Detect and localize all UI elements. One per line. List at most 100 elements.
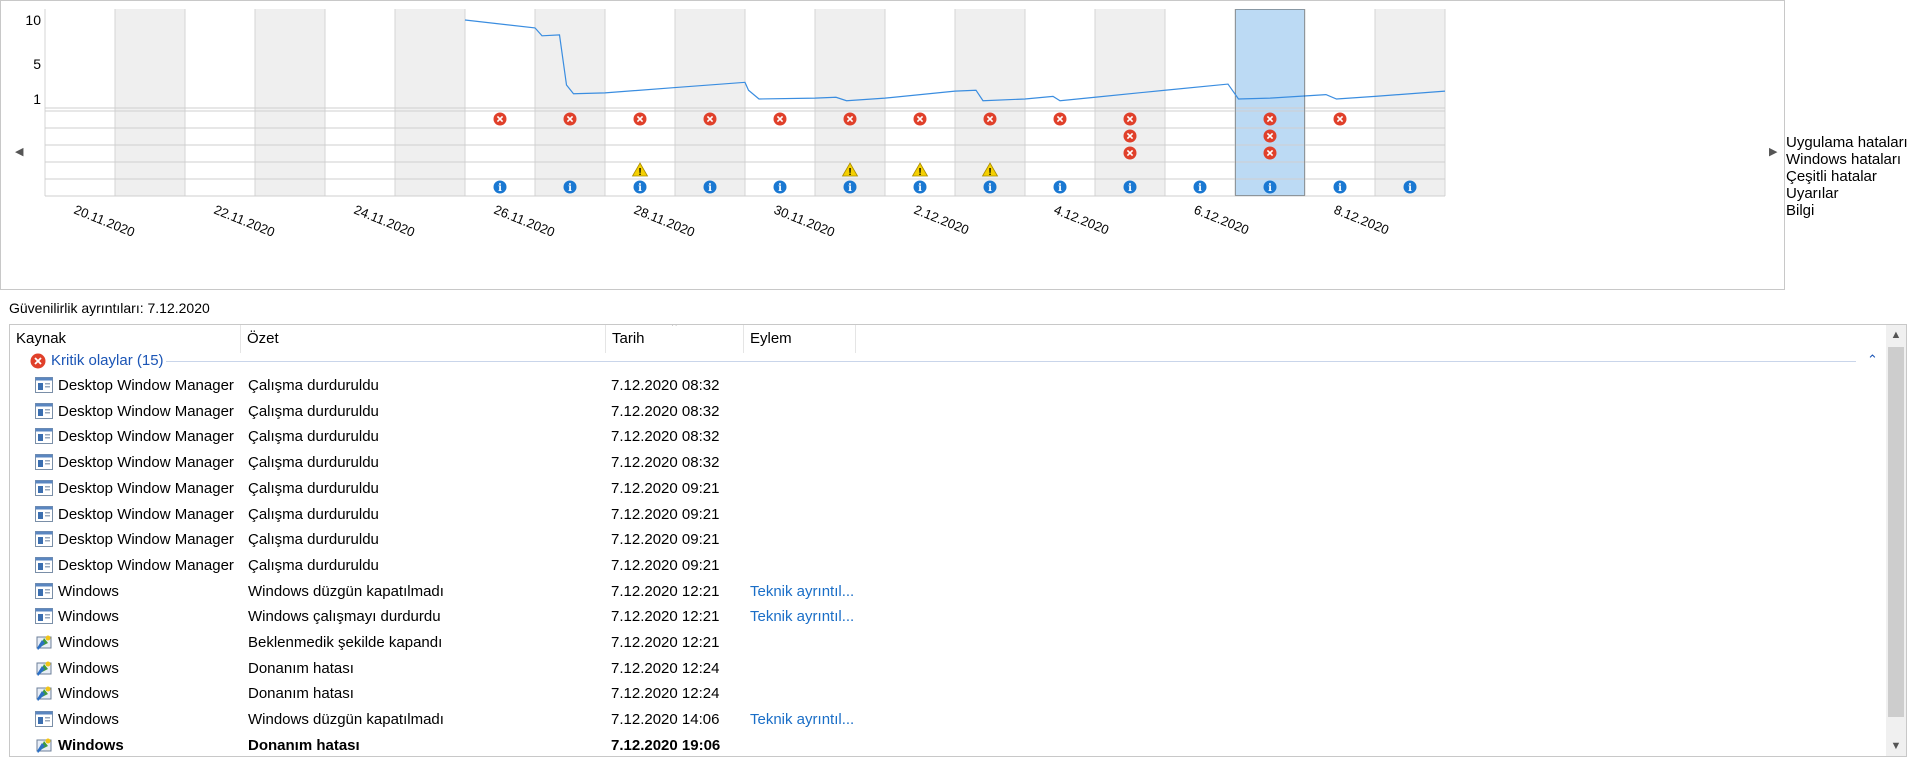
- row-summary: Çalışma durduruldu: [248, 505, 379, 523]
- table-row[interactable]: Desktop Window Manager Çalışma durduruldu…: [10, 476, 1880, 501]
- row-summary: Çalışma durduruldu: [248, 402, 379, 420]
- row-summary: Windows çalışmayı durdurdu: [248, 608, 441, 626]
- table-row[interactable]: Windows Windows çalışmayı durdurdu 7.12.20…: [10, 604, 1880, 629]
- scrollbar-thumb[interactable]: [1888, 347, 1904, 717]
- row-date: 7.12.2020 08:32: [611, 454, 720, 472]
- row-date: 7.12.2020 09:21: [611, 531, 720, 549]
- table-row[interactable]: Desktop Window Manager Çalışma durduruldu…: [10, 450, 1880, 475]
- windows-setup-icon: [35, 685, 53, 702]
- row-date: 7.12.2020 19:06: [611, 736, 721, 754]
- row-source: Windows: [58, 711, 119, 729]
- table-row[interactable]: Desktop Window Manager Çalışma durduruldu…: [10, 399, 1880, 424]
- technical-details-link[interactable]: Teknik ayrıntıl...: [750, 711, 854, 728]
- scroll-up-icon[interactable]: ▲: [1886, 325, 1906, 345]
- table-row[interactable]: Desktop Window Manager Çalışma durduruldu…: [10, 502, 1880, 527]
- table-row[interactable]: Desktop Window Manager Çalışma durduruldu…: [10, 527, 1880, 552]
- app-window-icon: [35, 377, 53, 393]
- info-marker-mark: i: [708, 183, 712, 194]
- chart-column[interactable]: [45, 9, 115, 196]
- app-window-icon: [35, 531, 53, 548]
- info-marker-mark: i: [918, 183, 922, 194]
- legend-item: Uygulama hataları: [1786, 134, 1907, 151]
- info-marker-mark: i: [848, 183, 852, 194]
- column-header-action[interactable]: Eylem: [744, 325, 856, 353]
- info-marker-mark: i: [988, 183, 992, 194]
- table-row[interactable]: Windows Windows düzgün kapatılmadı 7.12.20…: [10, 707, 1880, 732]
- chart-legend: Uygulama hataları Windows hataları Çeşitli…: [1786, 134, 1907, 219]
- column-header-source[interactable]: Kaynak: [10, 325, 241, 353]
- warning-marker-mark: !: [918, 167, 921, 178]
- info-marker-mark: i: [1128, 183, 1132, 194]
- row-date: 7.12.2020 12:24: [611, 659, 720, 677]
- chart-scroll-right-icon[interactable]: ▶: [1769, 145, 1777, 158]
- chart-column[interactable]: [395, 9, 465, 196]
- row-source: Windows: [58, 736, 124, 754]
- warning-marker-mark: !: [848, 167, 851, 178]
- vertical-scrollbar[interactable]: ▲ ▼: [1886, 325, 1906, 756]
- app-window-icon: [35, 428, 53, 445]
- chart-scroll-left-icon[interactable]: ◀: [15, 145, 23, 158]
- windows-setup-icon: [35, 737, 53, 753]
- date-tick-label: 8.12.2020: [1332, 202, 1391, 238]
- technical-details-link[interactable]: Teknik ayrıntıl...: [750, 583, 854, 600]
- chart-column[interactable]: [1235, 9, 1305, 196]
- table-row[interactable]: Windows Beklenmedik şekilde kapandı 7.12.2…: [10, 630, 1880, 655]
- row-source: Desktop Window Manager: [58, 505, 234, 523]
- chart-column[interactable]: [115, 9, 185, 196]
- details-title: Güvenilirlik ayrıntıları: 7.12.2020: [9, 300, 210, 316]
- technical-details-link[interactable]: Teknik ayrıntıl...: [750, 608, 854, 625]
- legend-item: Windows hataları: [1786, 151, 1902, 168]
- table-row[interactable]: Windows Windows düzgün kapatılmadı 7.12.20…: [10, 579, 1880, 604]
- table-row[interactable]: Desktop Window Manager Çalışma durduruldu…: [10, 373, 1880, 398]
- chart-column[interactable]: [255, 9, 325, 196]
- date-tick-label: 28.11.2020: [632, 202, 697, 240]
- row-summary: Çalışma durduruldu: [248, 377, 379, 394]
- row-source: Windows: [58, 659, 119, 677]
- scroll-down-icon[interactable]: ▼: [1886, 736, 1906, 756]
- app-window-icon: [35, 402, 53, 419]
- date-tick-label: 24.11.2020: [352, 202, 417, 240]
- table-row[interactable]: Windows Donanım hatası 7.12.2020 19:06: [10, 733, 1880, 756]
- chart-column[interactable]: [675, 9, 745, 196]
- info-marker-mark: i: [778, 183, 782, 194]
- row-date: 7.12.2020 09:21: [611, 556, 720, 574]
- row-summary: Çalışma durduruldu: [248, 454, 379, 472]
- date-tick-label: 20.11.2020: [72, 202, 137, 240]
- error-icon: [30, 353, 46, 369]
- app-window-icon: [35, 711, 53, 728]
- warning-marker-mark: !: [638, 167, 641, 178]
- column-header-summary[interactable]: Özet: [241, 325, 606, 353]
- table-row[interactable]: Desktop Window Manager Çalışma durduruldu…: [10, 553, 1880, 578]
- chart-column[interactable]: [1095, 9, 1165, 196]
- table-row[interactable]: Windows Donanım hatası 7.12.2020 12:24: [10, 656, 1880, 681]
- info-marker-mark: i: [1338, 183, 1342, 194]
- chart-column[interactable]: [745, 9, 815, 196]
- chart-column[interactable]: [1025, 9, 1095, 196]
- app-window-icon: [35, 556, 53, 573]
- info-marker-mark: i: [1058, 183, 1062, 194]
- group-header-critical-events[interactable]: Kritik olaylar (15) ⌃: [18, 350, 1878, 372]
- table-row[interactable]: Desktop Window Manager Çalışma durduruldu…: [10, 424, 1880, 449]
- row-date: 7.12.2020 12:21: [611, 582, 720, 600]
- row-summary: Çalışma durduruldu: [248, 428, 379, 446]
- app-window-icon: [35, 582, 53, 599]
- collapse-icon[interactable]: ⌃: [1867, 349, 1878, 371]
- chart-column[interactable]: [325, 9, 395, 196]
- row-source: Desktop Window Manager: [58, 402, 234, 420]
- chart-column[interactable]: [185, 9, 255, 196]
- row-summary: Windows düzgün kapatılmadı: [248, 582, 444, 600]
- chart-column[interactable]: [465, 9, 535, 196]
- table-row[interactable]: Windows Donanım hatası 7.12.2020 12:24: [10, 681, 1880, 706]
- column-headers: Kaynak Özet Tarih ^ Eylem: [10, 325, 1906, 353]
- row-source: Desktop Window Manager: [58, 454, 234, 472]
- legend-item: Uyarılar: [1786, 185, 1839, 202]
- y-tick-label: 1: [33, 91, 41, 107]
- chart-column[interactable]: [1165, 9, 1235, 196]
- chart-column[interactable]: [1305, 9, 1375, 196]
- sort-ascending-icon: ^: [672, 324, 677, 332]
- info-marker-mark: i: [1268, 183, 1272, 194]
- chart-column[interactable]: [1375, 9, 1445, 196]
- chart-column[interactable]: [535, 9, 605, 196]
- row-date: 7.12.2020 09:21: [611, 479, 720, 497]
- app-window-icon: [35, 505, 53, 522]
